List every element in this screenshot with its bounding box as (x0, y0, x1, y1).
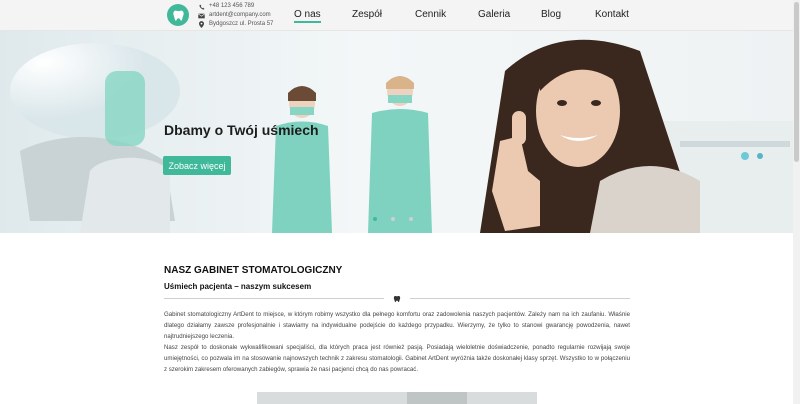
section-subtitle: Uśmiech pacjenta – naszym sukcesem (164, 282, 312, 291)
section-title: NASZ GABINET STOMATOLOGICZNY (164, 265, 343, 276)
slider-dots (373, 217, 413, 221)
hero-image (0, 31, 800, 233)
hero-title: Dbamy o Twój uśmiech (164, 122, 319, 138)
slider-dot-2[interactable] (391, 217, 395, 221)
nav-item-cennik[interactable]: Cennik (415, 9, 446, 20)
hero-more-button[interactable]: Zobacz więcej (163, 156, 231, 175)
divider-line-left (164, 298, 384, 299)
about-paragraph-1: Gabinet stomatologiczny ArtDent to miejs… (164, 311, 630, 340)
main-nav: O nas Zespół Cennik Galeria Blog Kontakt (0, 9, 800, 23)
scrollbar-thumb[interactable] (794, 2, 799, 162)
about-paragraph-2: Nasz zespół to doskonale wykwalifikowani… (164, 344, 630, 373)
clinic-photo (257, 392, 537, 404)
slider-dot-1[interactable] (373, 217, 377, 221)
nav-item-galeria[interactable]: Galeria (478, 9, 510, 20)
nav-item-kontakt[interactable]: Kontakt (595, 9, 629, 20)
tooth-divider-icon (392, 294, 401, 303)
page-scrollbar[interactable] (793, 0, 800, 404)
clinic-photo-detail (407, 392, 467, 404)
site-header: +48 123 456 789 artdent@company.com Bydg… (0, 0, 800, 31)
nav-item-o-nas[interactable]: O nas (294, 9, 321, 23)
slider-dot-3[interactable] (409, 217, 413, 221)
hero-slider: Dbamy o Twój uśmiech Zobacz więcej (0, 31, 800, 233)
section-divider (164, 295, 630, 302)
divider-line-right (410, 298, 630, 299)
nav-item-zespol[interactable]: Zespół (352, 9, 382, 20)
nav-item-blog[interactable]: Blog (541, 9, 561, 20)
